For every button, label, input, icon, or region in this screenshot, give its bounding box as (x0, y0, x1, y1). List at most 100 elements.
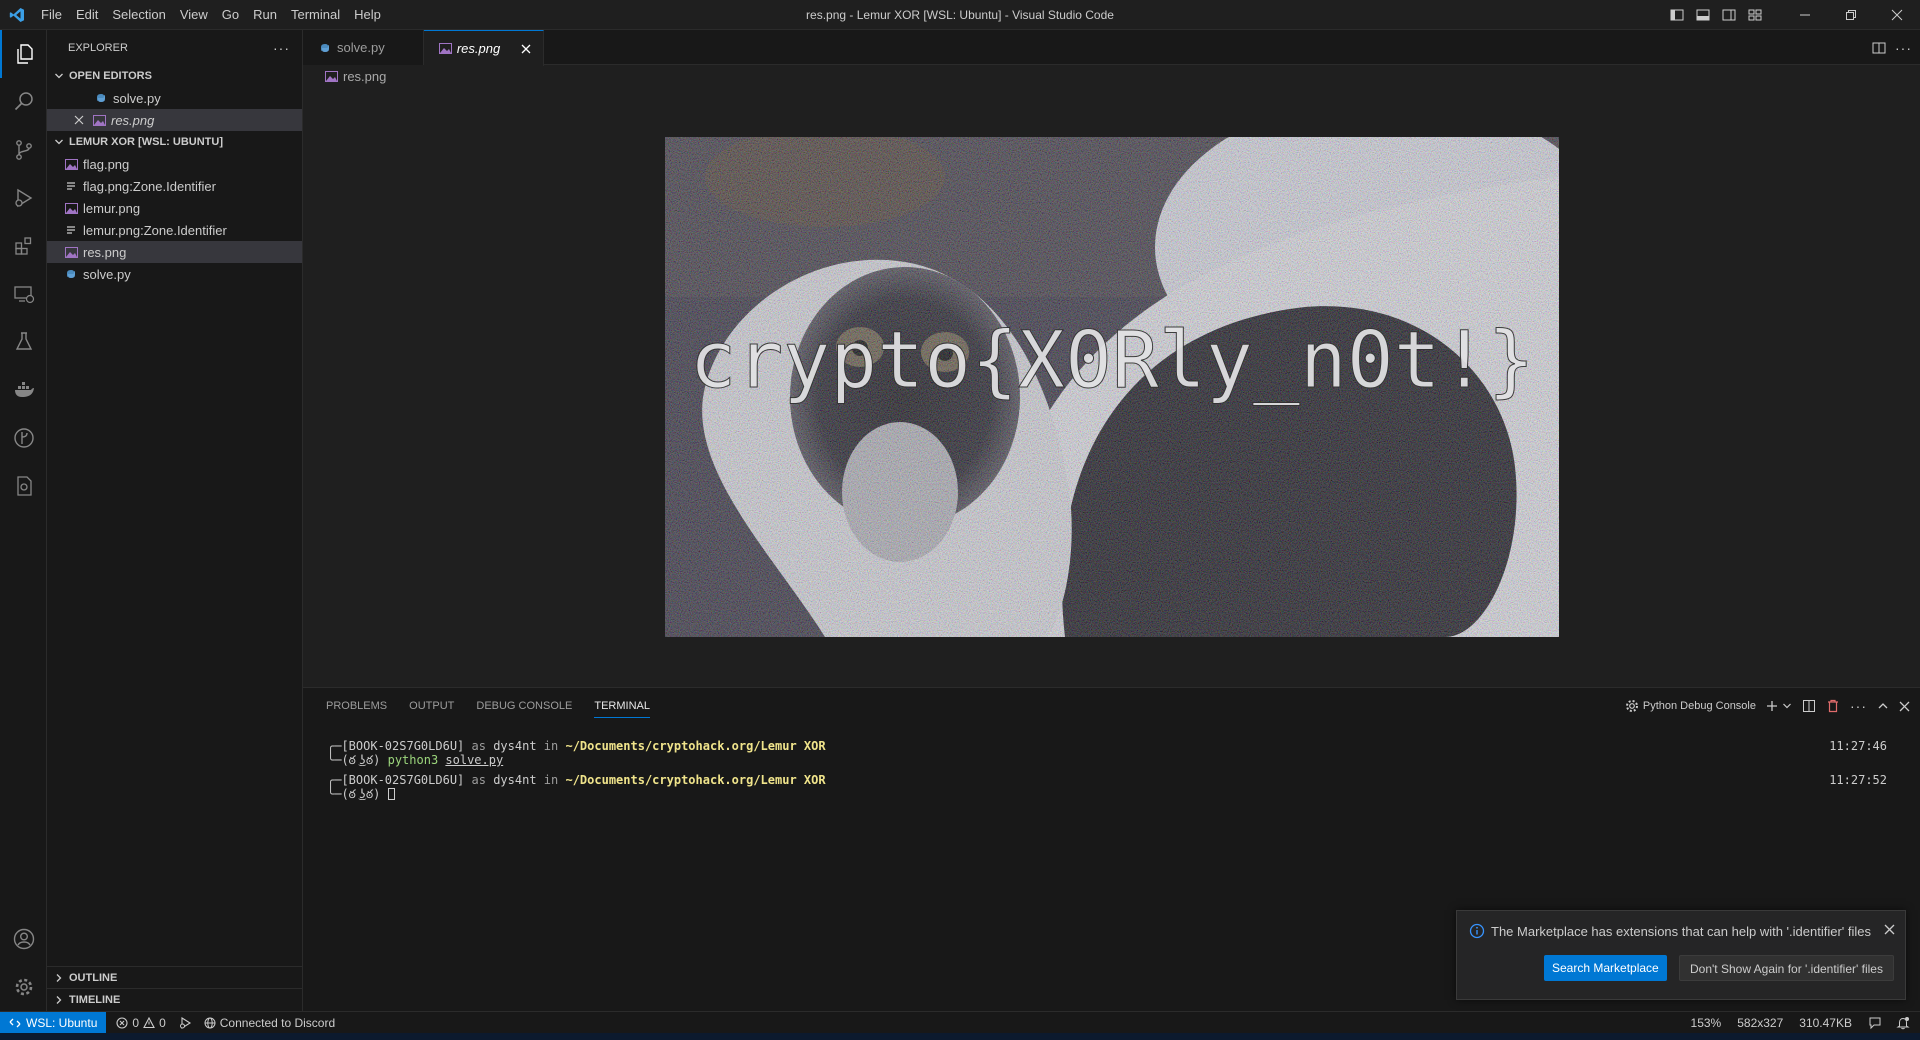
toggle-panel-icon[interactable] (1690, 0, 1716, 30)
terminal-profile[interactable]: Python Debug Console (1625, 699, 1756, 713)
image-file-icon (63, 244, 79, 260)
discord-status[interactable]: Connected to Discord (198, 1012, 341, 1034)
close-notification-icon[interactable] (1884, 924, 1895, 935)
file-item[interactable]: solve.py (47, 263, 302, 285)
file-item-selected[interactable]: res.png (47, 241, 302, 263)
terminal-line: ╰─(ఠ ͜ʖఠ) (327, 787, 1887, 801)
terminal-line: ╰─(ఠ ͜ʖఠ) python3 solve.py (327, 753, 504, 767)
run-debug-icon[interactable] (0, 174, 47, 222)
file-item[interactable]: flag.png (47, 153, 302, 175)
outline-section[interactable]: OUTLINE (47, 967, 303, 989)
accounts-icon[interactable] (0, 915, 47, 963)
tab-res-png[interactable]: res.png (424, 30, 544, 66)
menu-edit[interactable]: Edit (69, 0, 105, 30)
breadcrumb-item[interactable]: res.png (343, 69, 386, 84)
search-icon[interactable] (0, 78, 47, 126)
tab-problems[interactable]: PROBLEMS (315, 688, 398, 724)
timeline-section[interactable]: TIMELINE (47, 989, 303, 1011)
minimize-icon[interactable] (1782, 0, 1828, 30)
close-tab-icon[interactable] (518, 44, 533, 54)
restore-icon[interactable] (1828, 0, 1874, 30)
notification-message: The Marketplace has extensions that can … (1491, 923, 1871, 939)
remote-indicator[interactable]: WSL: Ubuntu (0, 1011, 107, 1034)
chevron-right-icon (51, 973, 67, 983)
zoom-level[interactable]: 153% (1683, 1012, 1730, 1034)
activity-bar (0, 30, 47, 1011)
image-file-icon (323, 68, 339, 84)
menu-selection[interactable]: Selection (105, 0, 172, 30)
menu-run[interactable]: Run (246, 0, 284, 30)
remote-explorer-icon[interactable] (0, 270, 47, 318)
chevron-down-icon[interactable] (1782, 701, 1792, 711)
python-file-icon (93, 90, 109, 106)
tab-output[interactable]: OUTPUT (398, 688, 465, 724)
explorer-icon[interactable] (0, 30, 47, 78)
tab-solve-py[interactable]: solve.py (303, 30, 424, 65)
new-terminal-icon[interactable] (1766, 700, 1778, 712)
split-editor-icon[interactable] (1871, 40, 1887, 56)
image-preview: crypto{X0Rly_n0t!} (665, 137, 1559, 637)
extensions-icon[interactable] (0, 222, 47, 270)
vscode-logo-icon (0, 0, 34, 30)
menu-terminal[interactable]: Terminal (284, 0, 347, 30)
terminal-prompt: (ఠ ͜ʖఠ) (341, 753, 381, 767)
dont-show-again-button[interactable]: Don't Show Again for '.identifier' files (1679, 955, 1894, 981)
close-icon[interactable] (71, 112, 87, 128)
remote-settings-icon[interactable] (0, 462, 47, 510)
manage-gear-icon[interactable] (0, 963, 47, 1011)
terminal-text: as (471, 773, 486, 787)
tab-terminal[interactable]: TERMINAL (583, 688, 661, 724)
more-actions-icon[interactable]: ··· (1895, 40, 1912, 56)
close-window-icon[interactable] (1874, 0, 1920, 30)
gitlens-icon[interactable] (0, 414, 47, 462)
editor-area: solve.py res.png ··· res.png crypto{X0Rl… (303, 30, 1920, 687)
problems-indicator[interactable]: 0 0 (110, 1012, 171, 1034)
image-file-icon (63, 200, 79, 216)
maximize-panel-icon[interactable] (1877, 700, 1889, 712)
notifications-bell-icon[interactable] (1890, 1012, 1920, 1034)
menu-go[interactable]: Go (215, 0, 246, 30)
close-panel-icon[interactable] (1899, 701, 1910, 712)
menu-file[interactable]: File (34, 0, 69, 30)
toggle-primary-sidebar-icon[interactable] (1664, 0, 1690, 30)
open-editor-item[interactable]: solve.py (47, 87, 302, 109)
error-icon (116, 1016, 128, 1029)
split-terminal-icon[interactable] (1802, 699, 1816, 713)
more-actions-icon[interactable]: ··· (1850, 698, 1867, 714)
terminal-text: as (471, 739, 486, 753)
open-editors-section[interactable]: OPEN EDITORS (47, 65, 302, 87)
remote-icon (9, 1018, 21, 1027)
terminal-command: python3 (387, 753, 439, 767)
text-file-icon (63, 222, 79, 238)
feedback-icon[interactable] (1860, 1012, 1890, 1034)
testing-flask-icon[interactable] (0, 318, 47, 366)
workspace-section[interactable]: LEMUR XOR [WSL: UBUNTU] (47, 131, 302, 153)
lemur-image: crypto{X0Rly_n0t!} (665, 137, 1559, 637)
open-editor-item-active[interactable]: res.png (47, 109, 302, 131)
customize-layout-icon[interactable] (1742, 0, 1768, 30)
menu-help[interactable]: Help (347, 0, 388, 30)
terminal-path: ~/Documents/cryptohack.org/Lemur XOR (565, 773, 826, 787)
docker-icon[interactable] (0, 366, 47, 414)
search-marketplace-button[interactable]: Search Marketplace (1544, 955, 1667, 981)
more-actions-icon[interactable]: ··· (273, 40, 290, 56)
python-file-icon (63, 266, 79, 282)
open-editor-label: solve.py (113, 90, 161, 106)
debug-status-icon[interactable] (172, 1012, 198, 1034)
file-item[interactable]: flag.png:Zone.Identifier (47, 175, 302, 197)
file-label: solve.py (83, 266, 131, 282)
trash-icon[interactable] (1826, 699, 1840, 713)
remote-label: WSL: Ubuntu (26, 1015, 98, 1030)
image-file-icon (438, 41, 453, 57)
toggle-secondary-sidebar-icon[interactable] (1716, 0, 1742, 30)
file-item[interactable]: lemur.png:Zone.Identifier (47, 219, 302, 241)
terminal-text: in (543, 739, 559, 753)
file-item[interactable]: lemur.png (47, 197, 302, 219)
tab-debug-console[interactable]: DEBUG CONSOLE (465, 688, 583, 724)
file-label: lemur.png:Zone.Identifier (83, 222, 227, 238)
terminal-output[interactable]: ╭─[BOOK-02S7G0LD6U] as dys4nt in ~/Docum… (327, 739, 1887, 801)
marketplace-notification: The Marketplace has extensions that can … (1456, 910, 1906, 1000)
source-control-icon[interactable] (0, 126, 47, 174)
menu-view[interactable]: View (173, 0, 215, 30)
workspace-label: LEMUR XOR [WSL: UBUNTU] (69, 136, 223, 148)
